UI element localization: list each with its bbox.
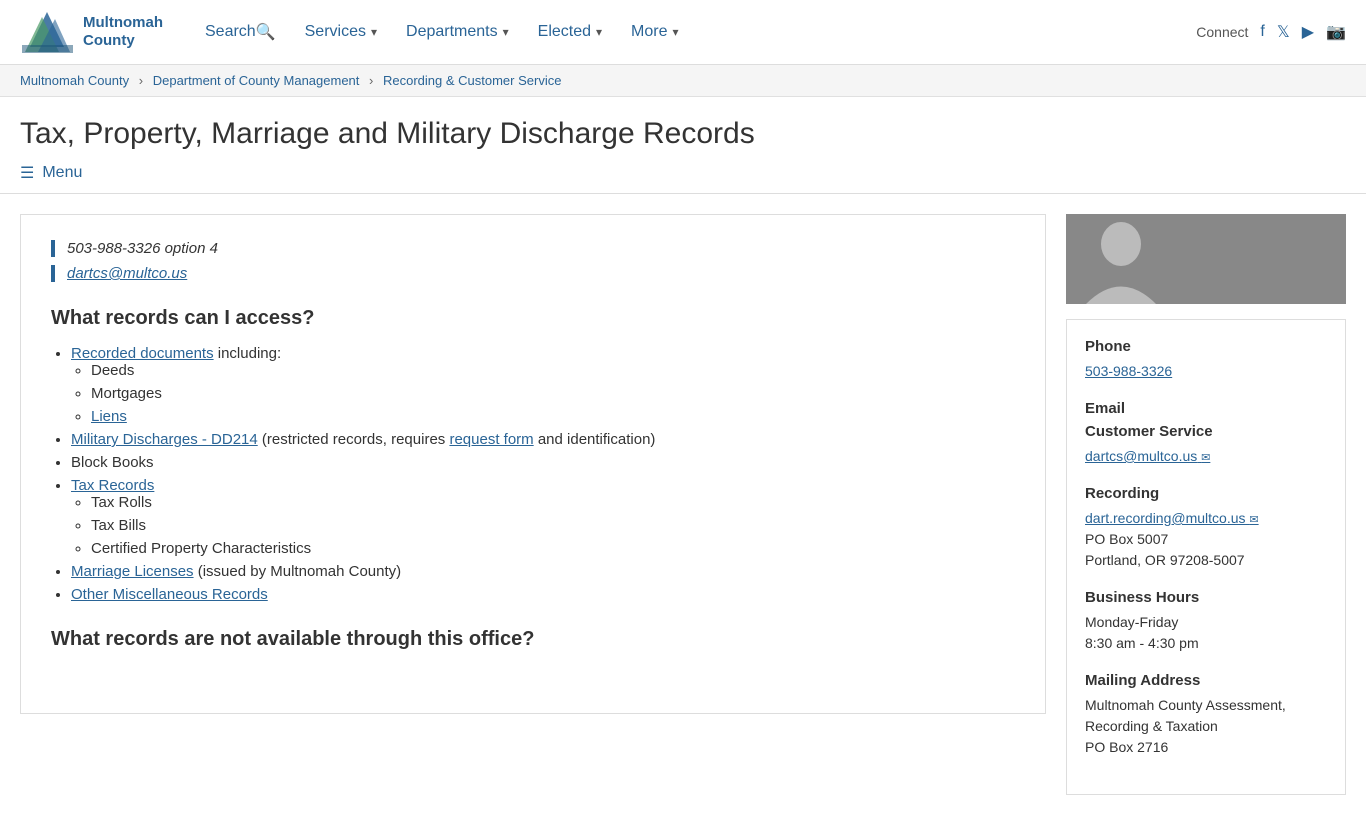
- list-item-deeds: Deeds: [91, 362, 1015, 379]
- email-icon: ✉: [1249, 514, 1258, 526]
- tax-records-link[interactable]: Tax Records: [71, 477, 154, 494]
- recording-po-box: PO Box 5007: [1085, 529, 1327, 550]
- nav-services[interactable]: Services ▾: [293, 15, 389, 49]
- sidebar-phone-section: Phone 503-988-3326: [1085, 338, 1327, 382]
- chevron-down-icon: ▾: [596, 25, 602, 39]
- menu-label: Menu: [42, 164, 82, 182]
- search-icon: 🔍: [256, 22, 276, 42]
- chevron-down-icon: ▾: [371, 25, 377, 39]
- list-item-marriage: Marriage Licenses (issued by Multnomah C…: [71, 563, 1015, 580]
- youtube-icon[interactable]: ▶: [1302, 22, 1314, 42]
- nav-search[interactable]: Search 🔍: [193, 14, 288, 50]
- twitter-icon[interactable]: 𝕏: [1277, 22, 1290, 42]
- facebook-icon[interactable]: f: [1260, 23, 1264, 41]
- sidebar-email-section: Email Customer Service dartcs@multco.us …: [1085, 400, 1327, 467]
- mailing-line2: Recording & Taxation: [1085, 716, 1327, 737]
- live-chat-box: Live Chat Unavailable: [1066, 214, 1346, 304]
- records-list: Recorded documents including: Deeds Mort…: [71, 345, 1015, 603]
- request-form-link[interactable]: request form: [449, 431, 533, 448]
- list-item-other: Other Miscellaneous Records: [71, 586, 1015, 603]
- breadcrumb-separator: ›: [139, 73, 143, 88]
- email-contact-block: dartcs@multco.us: [51, 265, 1015, 282]
- logo-icon: [20, 7, 75, 57]
- top-navigation-bar: Multnomah County Search 🔍 Services ▾ Dep…: [0, 0, 1366, 65]
- phone-contact-block: 503-988-3326 option 4: [51, 240, 1015, 257]
- military-link[interactable]: Military Discharges - DD214: [71, 431, 258, 448]
- list-item-liens: Liens: [91, 408, 1015, 425]
- main-layout: 503-988-3326 option 4 dartcs@multco.us W…: [0, 194, 1366, 815]
- list-item-mortgages: Mortgages: [91, 385, 1015, 402]
- recording-label: Recording: [1085, 485, 1327, 502]
- page-title: Tax, Property, Marriage and Military Dis…: [20, 117, 1346, 151]
- breadcrumb-current[interactable]: Recording & Customer Service: [383, 73, 561, 88]
- mailing-line1: Multnomah County Assessment,: [1085, 695, 1327, 716]
- recorded-sub-list: Deeds Mortgages Liens: [91, 362, 1015, 425]
- list-item-tax-bills: Tax Bills: [91, 517, 1015, 534]
- list-item-tax-rolls: Tax Rolls: [91, 494, 1015, 511]
- email-label: Email: [1085, 400, 1327, 417]
- breadcrumb-home[interactable]: Multnomah County: [20, 73, 129, 88]
- sidebar-info: Phone 503-988-3326 Email Customer Servic…: [1066, 319, 1346, 795]
- nav-more[interactable]: More ▾: [619, 15, 690, 49]
- section2-heading: What records are not available through t…: [51, 628, 1015, 651]
- liens-link[interactable]: Liens: [91, 408, 127, 425]
- hours-label: Business Hours: [1085, 589, 1327, 606]
- chevron-down-icon: ▾: [673, 25, 679, 39]
- header-right: Connect f 𝕏 ▶ 📷: [1196, 22, 1346, 42]
- sidebar-mailing-section: Mailing Address Multnomah County Assessm…: [1085, 672, 1327, 758]
- instagram-icon[interactable]: 📷: [1326, 22, 1346, 42]
- sidebar-recording-section: Recording dart.recording@multco.us ✉ PO …: [1085, 485, 1327, 571]
- hours-days: Monday-Friday: [1085, 612, 1327, 633]
- hours-time: 8:30 am - 4:30 pm: [1085, 633, 1327, 654]
- nav-elected[interactable]: Elected ▾: [526, 15, 614, 49]
- logo-text: Multnomah County: [83, 14, 163, 50]
- sidebar-hours-section: Business Hours Monday-Friday 8:30 am - 4…: [1085, 589, 1327, 654]
- mailing-po: PO Box 2716: [1085, 737, 1327, 758]
- chevron-down-icon: ▾: [503, 25, 509, 39]
- breadcrumb: Multnomah County › Department of County …: [0, 65, 1366, 97]
- recorded-docs-link[interactable]: Recorded documents: [71, 345, 214, 362]
- sidebar-phone-link[interactable]: 503-988-3326: [1085, 363, 1172, 379]
- breadcrumb-dept[interactable]: Department of County Management: [153, 73, 360, 88]
- list-item-block-books: Block Books: [71, 454, 1015, 471]
- sidebar-cs-email[interactable]: dartcs@multco.us ✉: [1085, 448, 1210, 464]
- breadcrumb-separator: ›: [369, 73, 373, 88]
- hamburger-icon: ☰: [20, 163, 34, 183]
- email-icon: ✉: [1201, 452, 1210, 464]
- logo-link[interactable]: Multnomah County: [20, 7, 163, 57]
- marriage-link[interactable]: Marriage Licenses: [71, 563, 194, 580]
- email-link[interactable]: dartcs@multco.us: [67, 265, 187, 282]
- sidebar: Live Chat Unavailable Phone 503-988-3326…: [1066, 214, 1346, 795]
- other-link[interactable]: Other Miscellaneous Records: [71, 586, 268, 603]
- cs-label: Customer Service: [1085, 423, 1327, 440]
- main-nav: Search 🔍 Services ▾ Departments ▾ Electe…: [193, 14, 1196, 50]
- list-item-tax-records: Tax Records Tax Rolls Tax Bills Certifie…: [71, 477, 1015, 557]
- sidebar-recording-email[interactable]: dart.recording@multco.us ✉: [1085, 510, 1259, 526]
- list-item-recorded: Recorded documents including: Deeds Mort…: [71, 345, 1015, 425]
- page-title-area: Tax, Property, Marriage and Military Dis…: [0, 97, 1366, 194]
- recording-city: Portland, OR 97208-5007: [1085, 550, 1327, 571]
- tax-sub-list: Tax Rolls Tax Bills Certified Property C…: [91, 494, 1015, 557]
- list-item-military: Military Discharges - DD214 (restricted …: [71, 431, 1015, 448]
- section1-heading: What records can I access?: [51, 307, 1015, 330]
- content-area: 503-988-3326 option 4 dartcs@multco.us W…: [20, 214, 1046, 714]
- phone-number: 503-988-3326 option 4: [67, 240, 1015, 257]
- connect-label: Connect: [1196, 24, 1248, 40]
- chat-background-image: [1066, 214, 1346, 304]
- menu-toggle[interactable]: ☰ Menu: [20, 163, 1346, 183]
- list-item-certified-property: Certified Property Characteristics: [91, 540, 1015, 557]
- nav-departments[interactable]: Departments ▾: [394, 15, 521, 49]
- phone-label: Phone: [1085, 338, 1327, 355]
- mailing-label: Mailing Address: [1085, 672, 1327, 689]
